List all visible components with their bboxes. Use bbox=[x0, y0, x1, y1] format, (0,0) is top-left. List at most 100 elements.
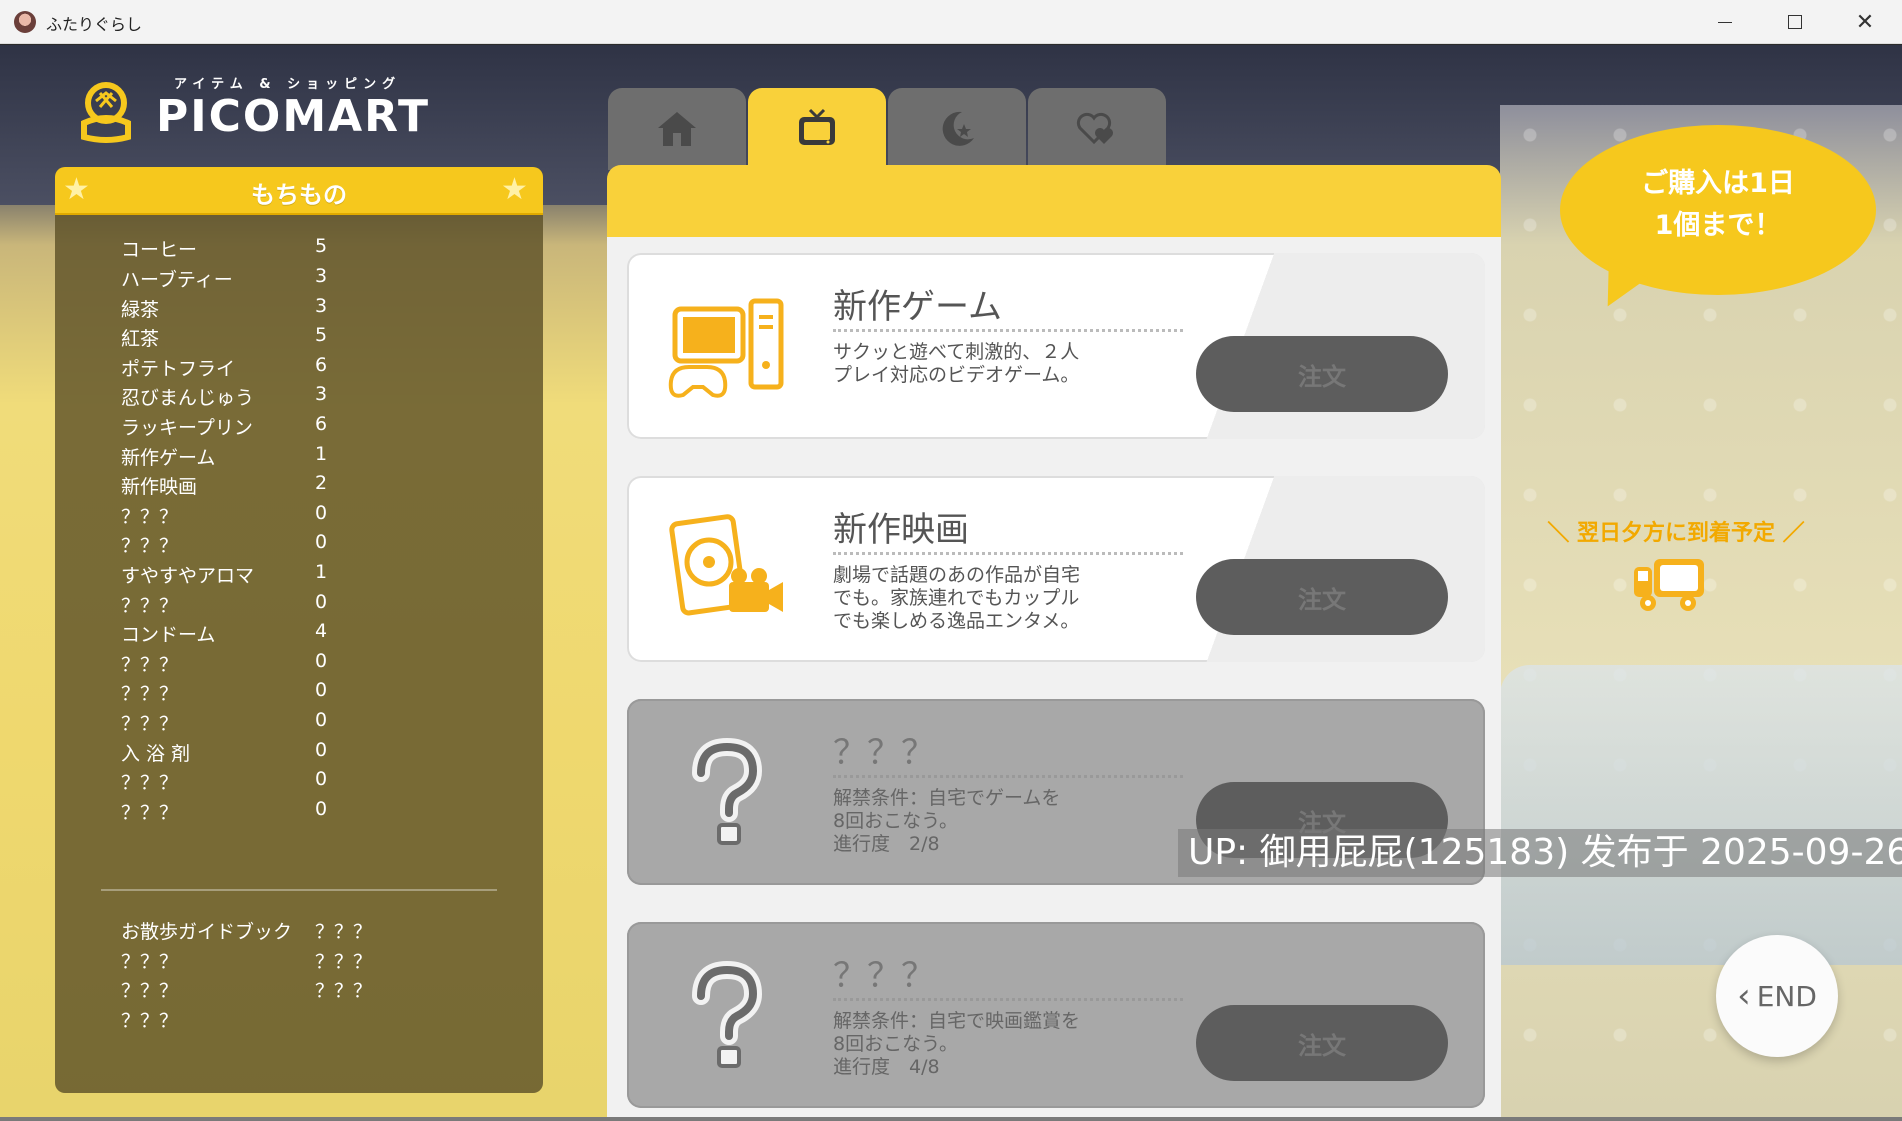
inventory-item: 紅茶 5 bbox=[121, 324, 501, 350]
inventory-item: 新作映画 2 bbox=[121, 472, 501, 498]
item-qty: 5 bbox=[315, 324, 328, 346]
end-label: END bbox=[1756, 979, 1817, 1013]
app-icon bbox=[14, 11, 36, 33]
minimize-button[interactable] bbox=[1690, 0, 1760, 44]
item-name: 緑茶 bbox=[121, 299, 160, 321]
inventory-header: ★ もちもの ★ bbox=[55, 167, 543, 215]
end-button[interactable]: ‹ END bbox=[1716, 935, 1838, 1057]
inventory-title: もちもの bbox=[251, 181, 347, 209]
extra-name: ？？？ bbox=[121, 980, 179, 1002]
minimize-icon bbox=[1718, 21, 1732, 23]
item-qty: 1 bbox=[315, 561, 328, 583]
item-name: ？？？ bbox=[121, 713, 179, 735]
product-title: ？？？ bbox=[833, 733, 935, 773]
home-icon bbox=[658, 112, 696, 146]
game-console-icon bbox=[668, 298, 784, 398]
item-name: ハーブティー bbox=[121, 269, 233, 291]
item-name: すやすやアロマ bbox=[121, 565, 255, 587]
background-bed bbox=[1500, 665, 1902, 965]
inventory-item: ？？？ 0 bbox=[121, 531, 501, 557]
product-unlock-condition: 解禁条件：自宅でゲームを 8回おこなう。 進行度 2/8 bbox=[833, 787, 1061, 855]
shop-panel: 新作ゲーム サクッと遊べて刺激的、２人 プレイ対応のビデオゲーム。 注文 新作映… bbox=[607, 165, 1501, 1117]
inventory-item: ？？？ 0 bbox=[121, 591, 501, 617]
window-title: ふたりぐらし bbox=[46, 15, 143, 34]
inventory-item: ？？？ 0 bbox=[121, 502, 501, 528]
inventory-item: 忍びまんじゅう 3 bbox=[121, 383, 501, 409]
tab-love[interactable] bbox=[1028, 88, 1166, 170]
extra-name: ？？？ bbox=[121, 951, 179, 973]
item-name: 忍びまんじゅう bbox=[121, 387, 255, 409]
upload-watermark: UP: 御用屁屁(125183) 发布于 2025-09-26 bbox=[1178, 829, 1902, 877]
item-qty: 1 bbox=[315, 443, 328, 465]
close-button[interactable]: ✕ bbox=[1830, 0, 1900, 44]
maximize-icon bbox=[1788, 15, 1802, 29]
star-icon: ★ bbox=[501, 172, 528, 207]
extra-name: お散歩ガイドブック bbox=[121, 921, 293, 943]
item-name: 入 浴 剤 bbox=[121, 743, 191, 765]
inventory-item: ？？？ 0 bbox=[121, 650, 501, 676]
inventory-item: すやすやアロマ 1 bbox=[121, 561, 501, 587]
item-name: 紅茶 bbox=[121, 328, 160, 350]
item-name: ？？？ bbox=[121, 802, 179, 824]
item-name: 新作ゲーム bbox=[121, 447, 216, 469]
product-title: ？？？ bbox=[833, 956, 935, 996]
item-qty: 0 bbox=[315, 591, 328, 613]
inventory-item: ？？？ 0 bbox=[121, 798, 501, 824]
maximize-button[interactable] bbox=[1760, 0, 1830, 44]
purchase-limit-text: ご購入は1日 1個まで！ bbox=[1641, 168, 1795, 241]
item-name: コンドーム bbox=[121, 624, 216, 646]
item-qty: 0 bbox=[315, 768, 328, 790]
order-button[interactable]: 注文 bbox=[1196, 1005, 1448, 1081]
item-qty: 3 bbox=[315, 265, 328, 287]
inventory-item: ？？？ 0 bbox=[121, 679, 501, 705]
tab-home[interactable] bbox=[608, 88, 746, 170]
extra-value: ？？？ bbox=[315, 951, 373, 973]
item-qty: 6 bbox=[315, 354, 328, 376]
item-name: ？？？ bbox=[121, 772, 179, 794]
logo-subtitle: アイテム & ショッピング bbox=[174, 77, 402, 92]
tab-night[interactable] bbox=[888, 88, 1026, 170]
extra-name: ？？？ bbox=[121, 1010, 179, 1032]
inventory-panel: ★ もちもの ★ コーヒー 5 ハーブティー 3 緑茶 3 紅茶 5 ポテトフライ 6 忍… bbox=[55, 167, 543, 1093]
item-qty: 3 bbox=[315, 295, 328, 317]
inventory-item: ラッキープリン 6 bbox=[121, 413, 501, 439]
order-button[interactable]: 注文 bbox=[1196, 336, 1448, 412]
item-qty: 0 bbox=[315, 531, 328, 553]
delivery-notice: ＼ 翌日夕方に到着予定 ／ bbox=[1547, 521, 1805, 546]
delivery-truck-icon bbox=[1634, 559, 1704, 611]
item-qty: 0 bbox=[315, 798, 328, 820]
inventory-item: 緑茶 3 bbox=[121, 295, 501, 321]
item-name: ？？？ bbox=[121, 506, 179, 528]
item-name: コーヒー bbox=[121, 239, 198, 261]
item-qty: 0 bbox=[315, 679, 328, 701]
extra-value: ？？？ bbox=[315, 921, 373, 943]
item-name: ラッキープリン bbox=[121, 417, 253, 439]
item-name: ？？？ bbox=[121, 535, 179, 557]
item-name: ？？？ bbox=[121, 595, 179, 617]
inventory-item: ？？？ 0 bbox=[121, 768, 501, 794]
item-qty: 0 bbox=[315, 502, 328, 524]
inventory-item: 入 浴 剤 0 bbox=[121, 739, 501, 765]
item-qty: 3 bbox=[315, 383, 328, 405]
inventory-divider bbox=[101, 889, 497, 891]
product-title: 新作映画 bbox=[833, 510, 969, 550]
inventory-item: ポテトフライ 6 bbox=[121, 354, 501, 380]
item-qty: 0 bbox=[315, 709, 328, 731]
tab-tv[interactable] bbox=[748, 88, 886, 170]
product-unlock-condition: 解禁条件：自宅で映画鑑賞を 8回おこなう。 進行度 4/8 bbox=[833, 1010, 1081, 1078]
game-screen: アイテム & ショッピング PICOMART ★ もちもの ★ コーヒー 5 ハー… bbox=[0, 45, 1902, 1117]
shopping-bag-logo-icon bbox=[81, 82, 131, 143]
item-qty: 6 bbox=[315, 413, 328, 435]
inventory-item: コンドーム 4 bbox=[121, 620, 501, 646]
item-qty: 4 bbox=[315, 620, 328, 642]
inventory-item: ？？？ 0 bbox=[121, 709, 501, 735]
item-name: ポテトフライ bbox=[121, 358, 236, 380]
picomart-logo: アイテム & ショッピング PICOMART bbox=[78, 73, 428, 153]
order-button[interactable]: 注文 bbox=[1196, 559, 1448, 635]
movie-disc-icon bbox=[669, 514, 783, 616]
product-card: 新作ゲーム サクッと遊べて刺激的、２人 プレイ対応のビデオゲーム。 注文 bbox=[627, 253, 1485, 439]
product-title: 新作ゲーム bbox=[833, 287, 1002, 327]
locked-product-card: ？？？ 解禁条件：自宅で映画鑑賞を 8回おこなう。 進行度 4/8 注文 bbox=[627, 922, 1485, 1108]
heart-icon bbox=[1076, 112, 1113, 145]
item-qty: 2 bbox=[315, 472, 328, 494]
